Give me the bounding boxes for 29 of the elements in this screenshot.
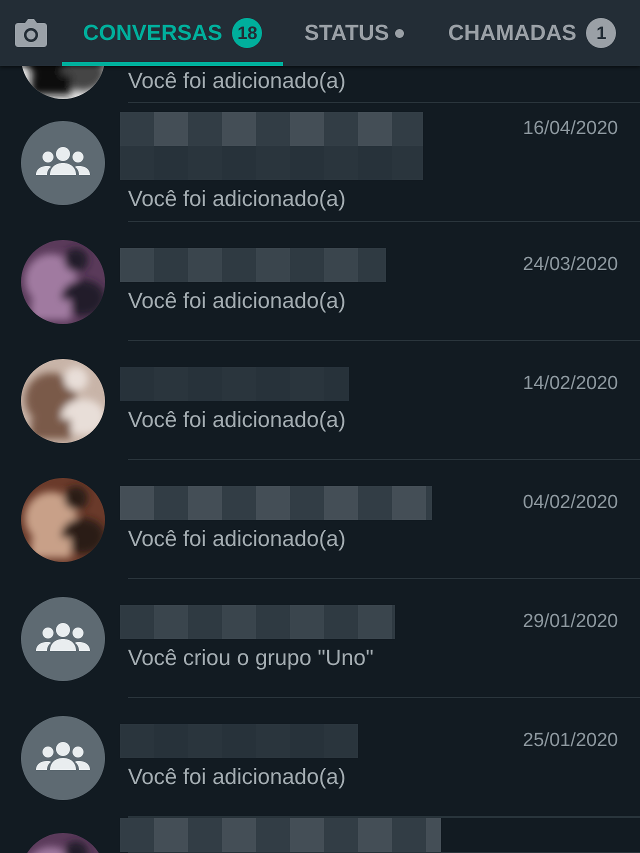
dot-icon <box>395 28 404 38</box>
group-avatar-icon <box>21 120 105 204</box>
chat-date: 04/02/2020 <box>522 492 618 514</box>
message-preview: Você foi adicionado(a) <box>128 407 347 433</box>
chat-row[interactable]: 04/02/2020 Você foi adicionado(a) <box>0 460 640 579</box>
chat-date: 24/03/2020 <box>522 254 618 276</box>
message-preview: Você foi adicionado(a) <box>128 764 347 790</box>
chat-row[interactable]: 16/04/2020 Você foi adicionado(a) <box>0 103 640 222</box>
chat-row[interactable]: 14/02/2020 Você foi adicionado(a) <box>0 341 640 460</box>
chat-date: 16/04/2020 <box>522 118 618 140</box>
chat-date: 29/01/2020 <box>522 611 618 633</box>
message-preview: Você foi adicionado(a) <box>128 526 347 552</box>
message-preview: Você foi adicionado(a) <box>128 288 347 314</box>
chat-date: 14/02/2020 <box>522 373 618 395</box>
group-avatar-icon <box>21 596 105 680</box>
message-preview: Você foi adicionado(a) <box>128 68 347 94</box>
message-preview: Você foi adicionado(a) <box>128 186 347 212</box>
chat-date: 25/01/2020 <box>522 730 618 752</box>
count-badge: 18 <box>232 18 262 48</box>
message-preview: Você criou o grupo "Uno" <box>128 645 375 671</box>
count-badge: 1 <box>586 18 616 48</box>
chat-row[interactable]: 29/01/2020 Você criou o grupo "Uno" <box>0 579 640 698</box>
chat-row[interactable]: 24/03/2020 Você foi adicionado(a) <box>0 222 640 341</box>
group-avatar-icon <box>21 716 105 800</box>
tab[interactable]: CHAMADAS 1 <box>425 0 638 66</box>
chat-row[interactable]: Você foi adicionado(a) <box>0 66 640 103</box>
camera-icon[interactable] <box>14 18 48 48</box>
tab[interactable]: STATUS <box>283 0 426 66</box>
chat-row[interactable]: 25/01/2020 Você foi adicionado(a) <box>0 698 640 817</box>
